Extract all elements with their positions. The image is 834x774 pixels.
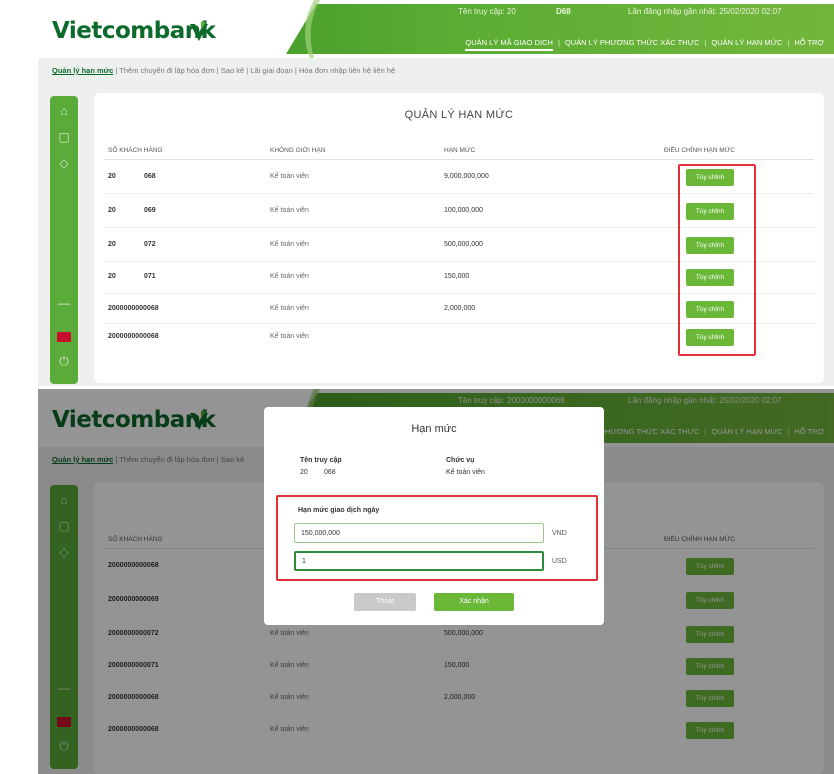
breadcrumb-transfer[interactable]: Thêm chuyển đi lập hóa đơn	[119, 66, 214, 75]
row1-limit: 9,000,000,000	[444, 173, 489, 180]
main-nav: QUẢN LÝ MÃ GIAO DỊCH | QUẢN LÝ PHƯƠNG TH…	[465, 38, 824, 51]
top-header: Vietcombank Tên truy cập: 20 D68 Lần đăn…	[38, 0, 834, 58]
header-divider	[104, 159, 814, 160]
breadcrumb: Quản lý hạn mức | Thêm chuyển đi lập hóa…	[52, 66, 396, 75]
confirm-button[interactable]: Xác nhận	[434, 593, 514, 611]
username-text: Tên truy cập: 20	[458, 7, 516, 16]
breadcrumb-limit[interactable]: Quản lý hạn mức	[52, 66, 113, 75]
breadcrumb-interest[interactable]: Lãi giai đoạn	[250, 66, 293, 75]
role-value: Kế toán viên	[446, 469, 485, 476]
close-button[interactable]: Thoát	[354, 593, 416, 611]
row2-code: 069	[144, 207, 156, 214]
row4-type: Kế toán viên	[270, 273, 309, 280]
highlight-adjust-column	[678, 164, 756, 356]
col-header-account: SỐ KHÁCH HÀNG	[108, 147, 163, 154]
row1-type: Kế toán viên	[270, 173, 309, 180]
row3-limit: 500,000,000	[444, 241, 483, 248]
row5-account: 2000000000068	[108, 305, 159, 312]
username-label: Tên truy cập	[300, 457, 342, 464]
highlight-limit-inputs	[276, 495, 598, 581]
row4-code: 071	[144, 273, 156, 280]
row3-prefix: 20	[108, 241, 116, 248]
role-label: Chức vụ	[446, 457, 475, 464]
row3-code: 072	[144, 241, 156, 248]
username-code: 068	[324, 469, 336, 476]
last-login-text: Lần đăng nhập gần nhất: 25/02/2020 02:07	[628, 7, 782, 16]
sidebar: ⌂ ▢ ◇ — ⏻	[50, 96, 78, 384]
page-title: QUẢN LÝ HẠN MỨC	[404, 109, 514, 121]
row4-prefix: 20	[108, 273, 116, 280]
row5-limit: 2,000,000	[444, 305, 476, 312]
user-code-text: D68	[556, 7, 571, 16]
home-icon[interactable]: ⌂	[57, 104, 71, 118]
username-prefix: 20	[300, 469, 308, 476]
swoosh-decoration	[305, 0, 320, 58]
nav-auth-method[interactable]: QUẢN LÝ PHƯƠNG THỨC XÁC THỰC	[565, 38, 700, 51]
nav-support[interactable]: HỖ TRỢ	[794, 38, 824, 51]
breadcrumb-statement[interactable]: Sao kê	[221, 66, 244, 75]
row2-prefix: 20	[108, 207, 116, 214]
limit-modal: Hạn mức Tên truy cập Chức vụ 20 068 Kế t…	[264, 407, 604, 625]
row3-type: Kế toán viên	[270, 241, 309, 248]
col-header-limit: HẠN MỨC	[444, 147, 476, 154]
breadcrumb-invoice[interactable]: Hóa đơn nhập liên hệ liên hệ	[299, 66, 395, 75]
row2-limit: 100,000,000	[444, 207, 483, 214]
col-header-adjust: ĐIỀU CHỈNH HẠN MỨC	[664, 147, 735, 154]
row6-type: Kế toán viên	[270, 333, 309, 340]
nav-transaction-code[interactable]: QUẢN LÝ MÃ GIAO DỊCH	[465, 38, 553, 51]
vietcombank-logo-icon	[190, 22, 208, 41]
divider-icon: —	[58, 296, 70, 310]
limit-table-card: QUẢN LÝ HẠN MỨC SỐ KHÁCH HÀNG KHÔNG GIỚI…	[94, 93, 824, 383]
row4-limit: 150,000	[444, 273, 470, 280]
row1-code: 068	[144, 173, 156, 180]
cart-icon[interactable]: ▢	[57, 130, 71, 144]
power-icon[interactable]: ⏻	[57, 354, 71, 368]
row1-prefix: 20	[108, 173, 116, 180]
row5-type: Kế toán viên	[270, 305, 309, 312]
nav-limit-management[interactable]: QUẢN LÝ HẠN MỨC	[711, 38, 782, 51]
tag-icon[interactable]: ◇	[57, 156, 71, 170]
uk-flag-icon[interactable]	[57, 332, 71, 342]
col-header-type: KHÔNG GIỚI HẠN	[270, 147, 326, 154]
limit-management-screen: Vietcombank Tên truy cập: 20 D68 Lần đăn…	[38, 0, 834, 386]
modal-title: Hạn mức	[411, 423, 457, 435]
row6-account: 2000000000068	[108, 333, 159, 340]
row2-type: Kế toán viên	[270, 207, 309, 214]
limit-modal-screen: Vietcombank Tên truy cập: 2000000000068 …	[38, 389, 834, 774]
